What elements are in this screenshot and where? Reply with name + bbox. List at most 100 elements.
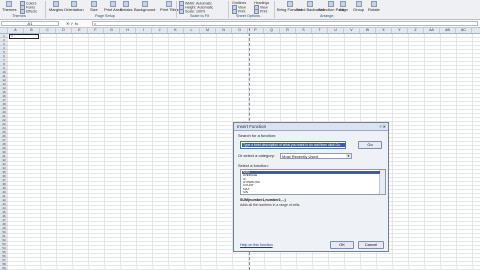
size-label: Size: [90, 7, 98, 12]
grid-row-line: [8, 109, 480, 110]
function-description: Adds all the numbers in a range of cells…: [240, 203, 301, 207]
grid-row-line: [8, 113, 480, 114]
search-function-input[interactable]: Type a brief description of what you wan…: [240, 141, 346, 149]
column-header[interactable]: D: [56, 28, 72, 33]
column-header[interactable]: I: [136, 28, 152, 33]
column-header[interactable]: Z: [408, 28, 424, 33]
group-label: Group: [353, 7, 365, 12]
grid-row-line: [8, 45, 480, 46]
active-cell[interactable]: =: [9, 34, 39, 39]
category-value: Most Recently Used: [282, 154, 318, 159]
rotate-button[interactable]: Rotate: [368, 1, 380, 12]
column-header[interactable]: H: [120, 28, 136, 33]
group-label-themes: Themes: [12, 14, 26, 18]
column-header[interactable]: E: [72, 28, 88, 33]
grid-row-line: [8, 81, 480, 82]
group-button[interactable]: Group: [353, 1, 364, 12]
dialog-title: Insert Function: [237, 124, 267, 129]
grid-row-line: [8, 117, 480, 118]
column-header[interactable]: O: [232, 28, 248, 33]
formula-buttons[interactable]: ✕ ✓ fx: [66, 21, 78, 26]
grid-row-line: [8, 253, 480, 254]
orientation-label: Orientation: [64, 7, 84, 12]
category-select[interactable]: Most Recently Used ▼: [280, 153, 352, 159]
category-label: Or select a category:: [238, 153, 275, 158]
grid-row-line: [8, 93, 480, 94]
column-header[interactable]: L: [184, 28, 200, 33]
column-header[interactable]: Y: [392, 28, 408, 33]
grid-row-line: [8, 37, 480, 38]
name-box[interactable]: A1: [1, 21, 59, 26]
margins-label: Margins: [49, 7, 64, 12]
column-header[interactable]: G: [104, 28, 120, 33]
search-label: Search for a function:: [238, 133, 277, 138]
grid-row-line: [8, 73, 480, 74]
column-header[interactable]: B: [24, 28, 40, 33]
column-header[interactable]: S: [296, 28, 312, 33]
dialog-titlebar[interactable]: Insert Function ? ✕: [234, 123, 388, 131]
dialog-title-buttons[interactable]: ? ✕: [379, 124, 386, 129]
column-header[interactable]: C: [40, 28, 56, 33]
column-header[interactable]: F: [88, 28, 104, 33]
grid-row-line: [8, 57, 480, 58]
orientation-button[interactable]: Orientation: [64, 1, 84, 12]
breaks-button[interactable]: Breaks: [120, 1, 132, 12]
column-header[interactable]: A: [8, 28, 24, 33]
column-header[interactable]: N: [216, 28, 232, 33]
align-button[interactable]: Align: [339, 1, 348, 12]
formula-input[interactable]: =: [92, 21, 478, 26]
column-header[interactable]: K: [168, 28, 184, 33]
breaks-label: Breaks: [120, 7, 133, 12]
group-label-arrange: Arrange: [320, 14, 334, 18]
column-header[interactable]: J: [152, 28, 168, 33]
margins-button[interactable]: Margins: [49, 1, 63, 12]
grid-row-line: [8, 105, 480, 106]
column-header[interactable]: P: [248, 28, 264, 33]
background-label: Background: [134, 7, 156, 12]
grid-row-line: [8, 257, 480, 258]
rotate-label: Rotate: [368, 7, 380, 12]
ok-button[interactable]: OK: [330, 241, 354, 249]
themes-button[interactable]: Themes: [2, 1, 16, 12]
column-header[interactable]: V: [344, 28, 360, 33]
help-link[interactable]: Help on this function: [240, 243, 273, 248]
grid-row-line: [8, 101, 480, 102]
column-header[interactable]: X: [376, 28, 392, 33]
grid-row-line: [8, 77, 480, 78]
function-list[interactable]: SUM AVERAGE IF HYPERLINK COUNT MAX SIN: [240, 169, 386, 195]
column-header[interactable]: M: [200, 28, 216, 33]
align-label: Align: [339, 7, 348, 12]
group-label-page-setup: Page Setup: [95, 14, 115, 18]
themes-label: Themes: [2, 7, 17, 12]
column-header[interactable]: AA: [424, 28, 440, 33]
column-header[interactable]: W: [360, 28, 376, 33]
column-header[interactable]: T: [312, 28, 328, 33]
size-button[interactable]: Size: [90, 1, 98, 12]
group-label-sheet-options: Sheet Options: [236, 14, 261, 18]
grid-row-line: [8, 89, 480, 90]
print-area-label: Print Area: [104, 7, 122, 12]
print-area-button[interactable]: Print Area: [104, 1, 122, 12]
column-header[interactable]: AC: [456, 28, 472, 33]
grid-row-line: [8, 61, 480, 62]
grid-row-line: [8, 41, 480, 42]
column-header[interactable]: U: [328, 28, 344, 33]
cancel-button[interactable]: Cancel: [358, 241, 384, 249]
select-all-corner[interactable]: [0, 28, 8, 33]
column-header[interactable]: AB: [440, 28, 456, 33]
grid-row-line: [8, 65, 480, 66]
grid-row-line: [8, 261, 480, 262]
row-header[interactable]: 59: [0, 266, 8, 270]
column-header[interactable]: Q: [264, 28, 280, 33]
ribbon: Themes Colors Fonts Effects Margins Orie…: [0, 0, 480, 20]
insert-function-dialog: Insert Function ? ✕ Search for a functio…: [233, 122, 389, 252]
grid-row-line: [8, 97, 480, 98]
grid-row-line: [8, 69, 480, 70]
go-button[interactable]: Go: [358, 141, 382, 149]
chevron-down-icon[interactable]: ▼: [346, 154, 351, 158]
column-header[interactable]: R: [280, 28, 296, 33]
function-list-item[interactable]: SIN: [242, 190, 380, 194]
search-function-text: Type a brief description of what you wan…: [242, 143, 345, 147]
background-button[interactable]: Background: [134, 1, 155, 12]
ribbon-group-labels: Themes Page Setup Scale to Fit Sheet Opt…: [0, 14, 480, 19]
